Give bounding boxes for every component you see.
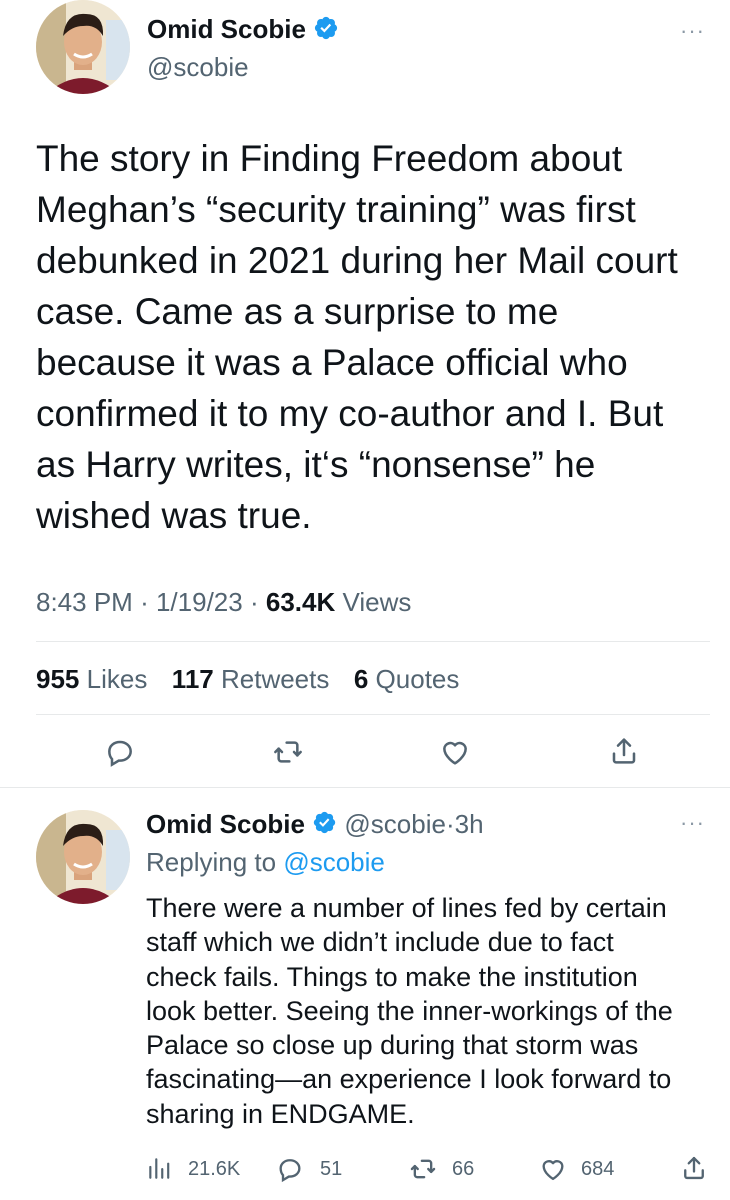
tweet-line: debunked in 2021 during her Mail court — [36, 240, 678, 281]
quotes-label: Quotes — [375, 664, 460, 694]
likes-count: 684 — [581, 1158, 615, 1180]
tweet-line: check fails. Things to make the institut… — [146, 961, 638, 992]
tweet-line: The story in Finding Freedom about — [36, 138, 623, 179]
retweets-stat[interactable]: 117 Retweets — [172, 664, 330, 694]
replying-to: Replying to @scobie — [146, 846, 385, 878]
like-icon[interactable] — [438, 736, 472, 768]
views-label: Views — [342, 587, 412, 617]
verified-badge-icon — [313, 15, 339, 48]
tweet-line: because it was a Palace official who — [36, 342, 628, 383]
divider — [0, 787, 730, 788]
tweet-time[interactable]: 3h — [455, 809, 484, 839]
verified-badge-icon — [312, 810, 337, 842]
likes-count: 955 — [36, 664, 80, 694]
avatar[interactable] — [36, 810, 130, 904]
replying-prefix: Replying to — [146, 847, 277, 877]
retweets-label: Retweets — [220, 664, 330, 694]
retweets-count: 117 — [171, 664, 214, 694]
more-options-icon[interactable]: ··· — [680, 810, 705, 836]
tweet-line: Palace so close up during that storm was — [146, 1030, 639, 1061]
views-icon[interactable] — [146, 1155, 172, 1181]
like-icon[interactable] — [538, 1155, 568, 1183]
reply-header: Omid Scobie @scobie·3h — [146, 808, 484, 842]
retweet-icon[interactable] — [408, 1155, 438, 1183]
engagement-stats: 955 Likes 117 Retweets 6 Quotes — [36, 662, 459, 696]
tweet-line: staff which we didn’t include due to fac… — [146, 927, 614, 958]
tweet-line: look better. Seeing the inner-workings o… — [146, 995, 673, 1026]
tweet-text: The story in Finding Freedom about Megha… — [36, 133, 726, 541]
tweet-time[interactable]: 8:43 PM — [36, 587, 133, 617]
reply-icon[interactable] — [104, 736, 136, 768]
author-handle[interactable]: @scobie — [147, 51, 249, 83]
views-count: 63.4K — [265, 587, 336, 617]
tweet-line: Meghan’s “security training” was first — [36, 189, 636, 230]
tweet-line: wished was true. — [36, 495, 312, 536]
more-options-icon[interactable]: ··· — [680, 18, 705, 44]
views-count: 21.6K — [188, 1158, 241, 1180]
author-name[interactable]: Omid Scobie — [146, 809, 305, 839]
tweet-line: There were a number of lines fed by cert… — [146, 893, 667, 923]
divider — [36, 641, 710, 642]
likes-stat[interactable]: 955 Likes — [36, 664, 147, 694]
tweet-line: confirmed it to my co-author and I. But — [36, 393, 664, 434]
divider — [36, 714, 710, 715]
tweet-line: case. Came as a surprise to me — [36, 291, 559, 332]
tweet-date[interactable]: 1/19/23 — [156, 587, 243, 617]
tweet-meta: 8:43 PM · 1/19/23 · 63.4K Views — [36, 585, 411, 619]
share-icon[interactable] — [608, 734, 640, 768]
quotes-stat[interactable]: 6 Quotes — [354, 664, 460, 694]
reply-icon[interactable] — [276, 1155, 304, 1183]
tweet-line: sharing in ENDGAME. — [146, 1098, 415, 1129]
author-name-text[interactable]: Omid Scobie — [147, 14, 306, 44]
meta-separator: · — [140, 587, 149, 617]
author-name[interactable]: Omid Scobie — [147, 13, 339, 48]
likes-label: Likes — [86, 664, 148, 694]
share-icon[interactable] — [680, 1153, 708, 1183]
avatar[interactable] — [36, 0, 130, 94]
meta-separator: · — [445, 809, 455, 839]
meta-separator: · — [249, 587, 259, 617]
replying-handle-link[interactable]: @scobie — [283, 847, 385, 877]
quotes-count: 6 — [353, 664, 369, 694]
retweets-count: 66 — [452, 1158, 475, 1180]
tweet-line: as Harry writes, it‘s “nonsense” he — [36, 444, 596, 485]
replies-count: 51 — [320, 1158, 343, 1180]
author-handle[interactable]: @scobie — [344, 809, 446, 839]
tweet-line: fascinating—an experience I look forward… — [146, 1064, 672, 1095]
retweet-icon[interactable] — [271, 736, 305, 768]
reply-text: There were a number of lines fed by cert… — [146, 891, 726, 1131]
